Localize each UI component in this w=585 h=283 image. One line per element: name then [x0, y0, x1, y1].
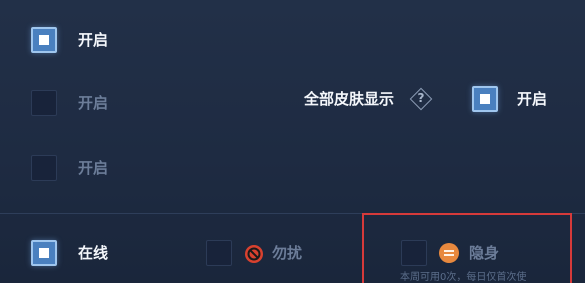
toggle-2-checkbox[interactable]: [31, 90, 57, 116]
skin-display-toggle-label: 开启: [517, 90, 548, 108]
status-online-checkbox[interactable]: [31, 240, 57, 266]
toggle-3-checkbox[interactable]: [31, 155, 57, 181]
toggle-1-checkbox[interactable]: [31, 27, 57, 53]
checkbox-mark: [39, 35, 49, 45]
skin-display-checkbox[interactable]: [472, 86, 498, 112]
invisible-icon: [439, 243, 459, 263]
status-invisible-label: 隐身: [469, 244, 500, 262]
status-invisible-checkbox[interactable]: [401, 240, 427, 266]
status-online-label: 在线: [78, 244, 109, 262]
checkbox-mark: [39, 248, 49, 258]
checkbox-mark: [480, 94, 490, 104]
status-dnd-checkbox[interactable]: [206, 240, 232, 266]
invisible-usage-note: 本周可用0次，每日仅首次使: [400, 272, 527, 283]
do-not-disturb-icon: [245, 245, 263, 263]
toggle-1-label: 开启: [78, 31, 109, 49]
status-dnd-label: 勿扰: [272, 244, 303, 262]
toggle-2-label: 开启: [78, 94, 109, 112]
help-glyph: ?: [417, 91, 425, 105]
toggle-3-label: 开启: [78, 159, 109, 177]
skin-display-label: 全部皮肤显示: [304, 90, 395, 108]
